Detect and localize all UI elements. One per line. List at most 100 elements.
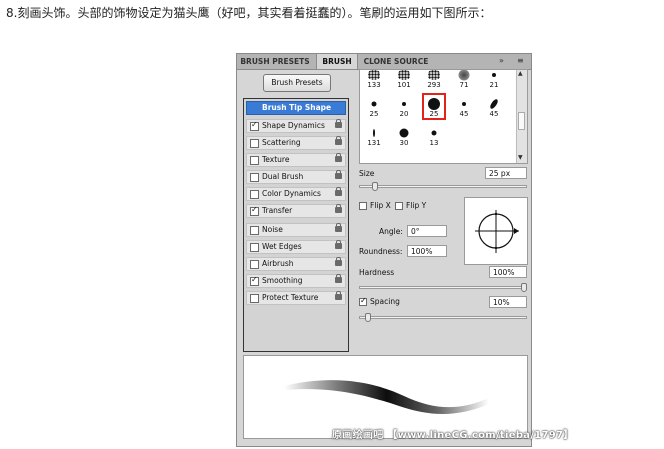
brush-option-dual-brush[interactable]: Dual Brush [246,170,346,184]
brush-tip-13[interactable]: 13 [422,122,446,149]
flip-y-checkbox[interactable] [395,202,403,210]
tab-brush-presets[interactable]: BRUSH PRESETS [237,54,313,69]
brush-option-checkbox[interactable] [250,226,259,235]
scroll-down-icon[interactable]: ▼ [518,154,523,161]
size-field[interactable]: 25 px [485,167,527,179]
brush-tip-133[interactable]: 133 [362,70,386,91]
lock-icon[interactable] [335,153,342,162]
tab-brush[interactable]: BRUSH [316,54,358,69]
brush-tip-45[interactable]: 45 [482,93,506,120]
brush-option-checkbox[interactable] [250,205,259,216]
spacing-checkbox[interactable] [359,296,367,306]
brush-presets-button[interactable]: Brush Presets [263,74,331,92]
brush-option-label: Protect Texture [262,293,319,302]
double-arrow-icon[interactable]: » [499,56,504,65]
spacing-label: Spacing [370,297,400,306]
article-caption: 8.刻画头饰。头部的饰物设定为猫头鹰（好吧，其实看着挺蠢的）。笔刷的运用如下图所… [6,6,492,20]
tip-grid-scrollbar[interactable]: ▲ ▼ [516,70,527,163]
brush-option-protect-texture[interactable]: Protect Texture [246,291,346,305]
flip-y-label: Flip Y [406,201,427,210]
lock-icon[interactable] [335,274,342,283]
brush-option-shape-dynamics[interactable]: Shape Dynamics [246,119,346,133]
brush-tip-size: 133 [367,81,381,89]
brush-option-noise[interactable]: Noise [246,223,346,237]
brush-option-checkbox[interactable] [250,243,259,252]
brush-tip-shape-icon [373,129,375,137]
brush-tip-25[interactable]: 25 [422,93,446,120]
brush-option-scattering[interactable]: Scattering [246,136,346,150]
brush-option-texture[interactable]: Texture [246,153,346,167]
panel-menu-icon[interactable]: ≡ [517,56,524,65]
lock-icon[interactable] [335,119,342,128]
brush-tip-size: 293 [427,81,441,89]
brush-panel: BRUSH PRESETS BRUSH CLONE SOURCE » ≡ Bru… [236,53,532,447]
brush-option-checkbox[interactable] [250,260,259,269]
size-slider-knob[interactable] [371,182,378,191]
lock-icon[interactable] [335,291,342,300]
brush-option-wet-edges[interactable]: Wet Edges [246,240,346,254]
hardness-label: Hardness [359,268,395,277]
hardness-slider[interactable] [359,286,527,289]
brush-option-checkbox[interactable] [250,139,259,148]
lock-icon[interactable] [335,187,342,196]
brush-tip-101[interactable]: 101 [392,70,416,91]
brush-tip-20[interactable]: 20 [392,93,416,120]
brush-tip-shape-icon [492,73,496,77]
flip-x-checkbox[interactable] [359,202,367,210]
brush-tip-grid: ▲ ▼ 133 101 293 71 21 25 20 25 45 45 131 30 13 [359,69,528,164]
brush-tip-size: 101 [397,81,411,89]
brush-option-transfer[interactable]: Transfer [246,204,346,218]
angle-roundness-preview[interactable] [464,197,528,265]
lock-icon[interactable] [335,204,342,213]
brush-option-label: Noise [262,225,283,234]
brush-option-label: Smoothing [262,276,303,285]
brush-tip-71[interactable]: 71 [452,70,476,91]
brush-tip-25[interactable]: 25 [362,93,386,120]
brush-tip-size: 21 [489,81,499,89]
lock-icon[interactable] [335,257,342,266]
brush-tip-shape-icon [399,128,409,138]
brush-option-checkbox[interactable] [250,275,259,286]
brush-option-label: Dual Brush [262,172,304,181]
brush-option-airbrush[interactable]: Airbrush [246,257,346,271]
lock-icon[interactable] [335,223,342,232]
panel-tab-bar: BRUSH PRESETS BRUSH CLONE SOURCE » ≡ [237,54,531,70]
scroll-thumb[interactable] [518,112,525,130]
brush-option-color-dynamics[interactable]: Color Dynamics [246,187,346,201]
brush-option-checkbox[interactable] [250,294,259,303]
brush-tip-size: 13 [429,139,439,147]
brush-option-smoothing[interactable]: Smoothing [246,274,346,288]
lock-icon[interactable] [335,136,342,145]
angle-field[interactable]: 0° [407,225,447,237]
brush-tip-size: 20 [399,110,409,118]
brush-option-brush-tip-shape[interactable]: Brush Tip Shape [246,101,346,115]
hardness-field[interactable]: 100% [489,266,527,278]
brush-option-checkbox[interactable] [250,120,259,131]
brush-option-checkbox[interactable] [250,156,259,165]
brush-tip-21[interactable]: 21 [482,70,506,91]
brush-option-label: Wet Edges [262,242,302,251]
brush-tip-293[interactable]: 293 [422,70,446,91]
tab-clone-source[interactable]: CLONE SOURCE [359,54,433,69]
brush-tip-131[interactable]: 131 [362,122,386,149]
lock-icon[interactable] [335,240,342,249]
spacing-slider[interactable] [359,316,527,319]
hardness-slider-knob[interactable] [521,283,527,292]
size-slider[interactable] [359,185,527,188]
roundness-field[interactable]: 100% [407,245,447,257]
spacing-slider-knob[interactable] [365,313,372,322]
brush-tip-shape-icon [368,70,380,80]
spacing-field[interactable]: 10% [489,296,527,308]
brush-tip-45[interactable]: 45 [452,93,476,120]
brush-option-label: Transfer [262,206,293,215]
brush-tip-size: 30 [399,139,409,147]
scroll-up-icon[interactable]: ▲ [518,70,523,77]
brush-tip-size: 131 [367,139,381,147]
brush-option-checkbox[interactable] [250,173,259,182]
brush-tip-shape-icon [402,102,406,106]
brush-angle-icon[interactable] [465,198,527,264]
lock-icon[interactable] [335,170,342,179]
brush-tip-30[interactable]: 30 [392,122,416,149]
brush-option-checkbox[interactable] [250,190,259,199]
brush-tip-size: 45 [489,110,499,118]
